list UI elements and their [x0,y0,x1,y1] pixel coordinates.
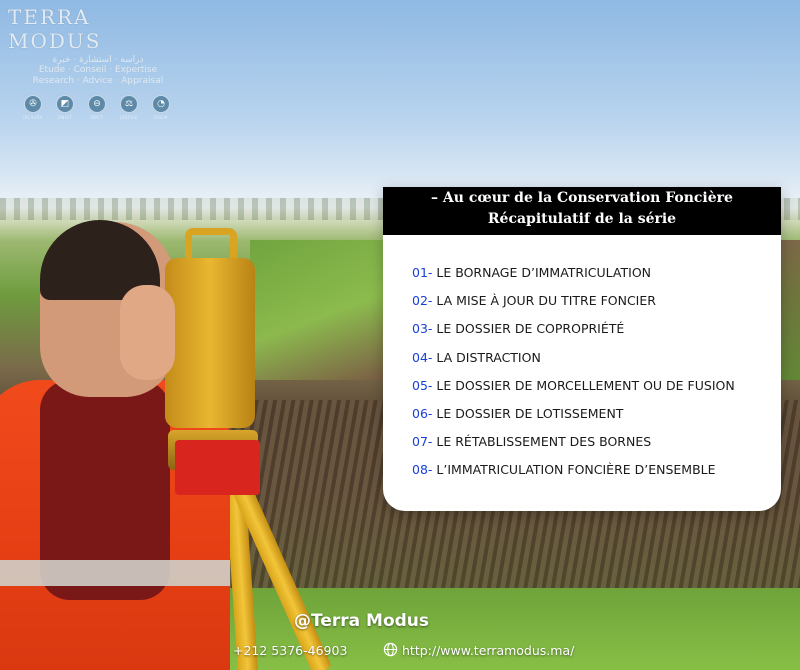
list-item: 07- LE RÉTABLISSEMENT DES BORNES [412,433,777,461]
item-number: 04- [412,349,433,365]
item-number: 08- [412,462,433,478]
phone-number[interactable]: +212 5376-46903 [233,643,347,658]
dpct-label: DPCT [91,115,103,120]
item-text: LE DOSSIER DE COPROPRIÉTÉ [436,321,625,337]
item-number: 05- [412,377,433,393]
list-item: 06- LE DOSSIER DE LOTISSEMENT [412,405,777,433]
social-handle: @Terra Modus [294,611,430,631]
item-number: 06- [412,405,433,421]
ircsurv-icon: ✇ IRCSURV [22,95,44,120]
list-item: 01- LE BORNAGE D’IMMATRICULATION [412,264,777,292]
item-number: 03- [412,321,433,337]
tripod-head [175,440,260,495]
item-text: LE DOSSIER DE LOTISSEMENT [436,405,624,421]
surveyor-hand [120,285,175,380]
brand-logo: TERRA MODUS دراسة · استشارة · خبرة Etude… [8,5,188,120]
ircsurv-label: IRCSURV [23,115,43,120]
theodolite-body [165,258,255,428]
item-text: LE DOSSIER DE MORCELLEMENT OU DE FUSION [436,377,735,393]
list-item: 03- LE DOSSIER DE COPROPRIÉTÉ [412,320,777,348]
series-list: 01- LE BORNAGE D’IMMATRICULATION 02- LA … [412,264,777,490]
website-link[interactable]: http://www.terramodus.ma/ [402,643,574,658]
list-item: 02- LA MISE À JOUR DU TITRE FONCIER [412,292,777,320]
onigt-icon: ◩ ONIGT [54,95,76,120]
item-number: 02- [412,293,433,309]
list-item: 04- LA DISTRACTION [412,349,777,377]
item-text: LA DISTRACTION [436,349,541,365]
item-text: LE BORNAGE D’IMMATRICULATION [436,265,652,280]
list-item: 08- L’IMMATRICULATION FONCIÈRE D’ENSEMBL… [412,461,777,489]
onigt-label: ONIGT [57,115,73,120]
globe-icon [383,642,398,657]
logo-tagline-en: Research · Advice · Appraisal [32,76,164,86]
list-item: 05- LE DOSSIER DE MORCELLEMENT OU DE FUS… [412,377,777,405]
justice-label: JUSTICE [120,115,138,120]
item-text: LE RÉTABLISSEMENT DES BORNES [436,434,652,450]
panel-title-line2: Récapitulatif de la série [487,211,677,227]
logo-tagline-fr: Etude · Conseil · Expertise [38,65,158,75]
dpct-icon: ⊖ DPCT [86,95,108,120]
item-number: 01- [412,265,433,280]
justice-icon: ⚖ JUSTICE [118,95,140,120]
logo-arabic-tagline: دراسة · استشارة · خبرة [52,55,144,65]
ogem-label: OGEM [154,115,168,120]
panel-header: – Au cœur de la Conservation Foncière Ré… [383,187,781,235]
logo-icon-row: ✇ IRCSURV ◩ ONIGT ⊖ DPCT ⚖ JUSTICE ◔ OGE… [8,95,188,120]
ogem-icon: ◔ OGEM [150,95,172,120]
item-text: LA MISE À JOUR DU TITRE FONCIER [436,293,656,309]
item-number: 07- [412,434,433,450]
panel-title-line1: – Au cœur de la Conservation Foncière [431,190,733,206]
poster-canvas: TERRA MODUS دراسة · استشارة · خبرة Etude… [0,0,800,670]
vest-reflective-stripe [0,560,230,586]
item-text: L’IMMATRICULATION FONCIÈRE D’ENSEMBLE [436,462,716,478]
logo-title: TERRA MODUS [8,5,102,53]
